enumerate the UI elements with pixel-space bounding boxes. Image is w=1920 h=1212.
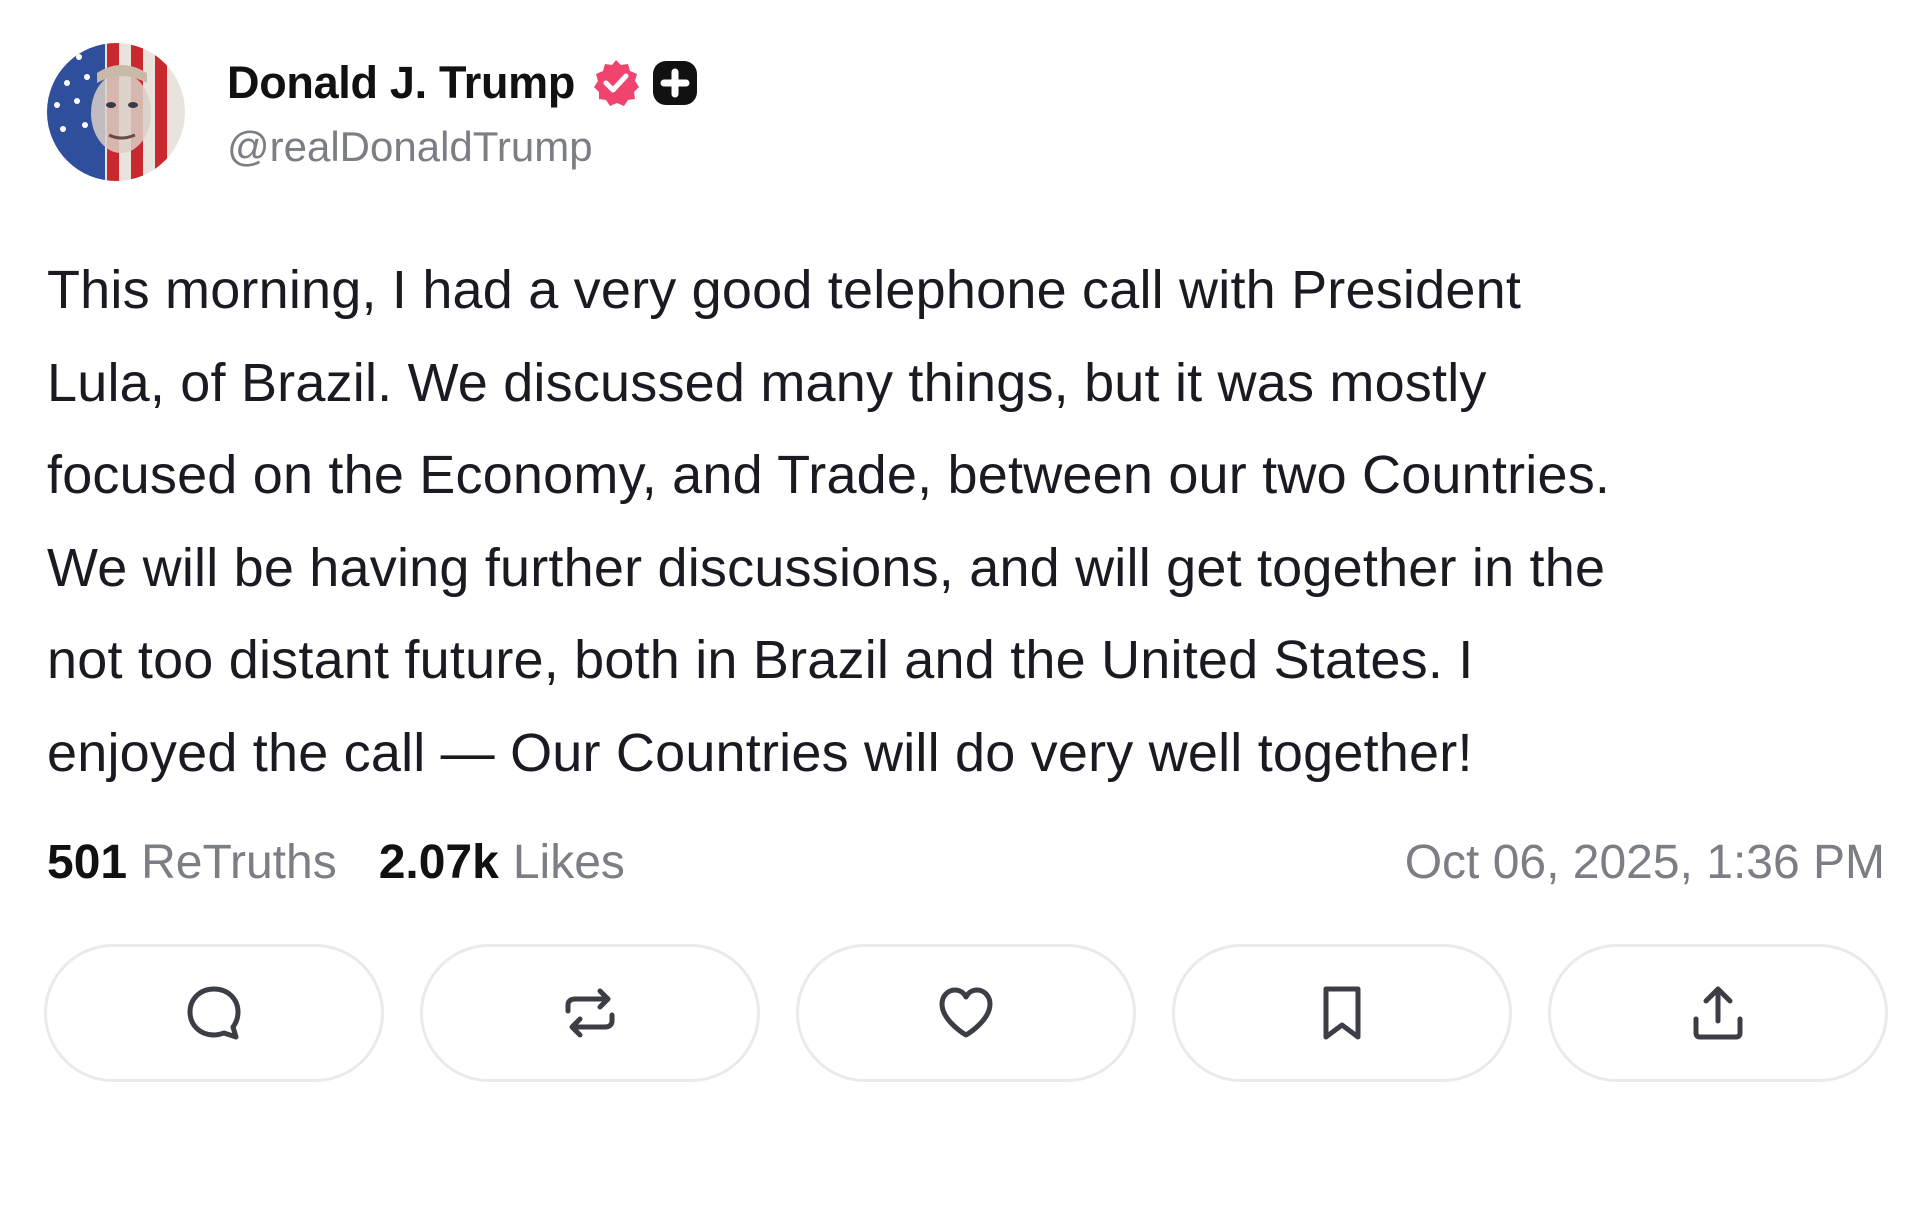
avatar-image <box>47 43 185 181</box>
heart-icon <box>939 987 993 1038</box>
post-text: This morning, I had a very good telephon… <box>47 260 1611 783</box>
post-header: Donald J. Trump @realDonaldTrump <box>47 43 699 181</box>
likes-label: Likes <box>512 835 625 889</box>
retruth-button[interactable] <box>420 944 760 1082</box>
post-timestamp[interactable]: Oct 06, 2025, 1:36 PM <box>1405 835 1885 890</box>
like-button[interactable] <box>796 944 1136 1082</box>
retruths-label: ReTruths <box>141 835 337 889</box>
share-button[interactable] <box>1548 944 1888 1082</box>
comment-icon <box>187 986 241 1040</box>
bookmark-icon <box>1323 986 1361 1040</box>
likes-count: 2.07k <box>378 835 499 889</box>
plus-badge-icon <box>653 61 698 105</box>
post-stats: 501 ReTruths 2.07k Likes Oct 06, 2025, 1… <box>47 832 1885 892</box>
share-icon <box>1693 986 1743 1040</box>
display-name[interactable]: Donald J. Trump <box>227 57 575 109</box>
likes-stat[interactable]: 2.07k Likes <box>379 835 625 890</box>
reply-button[interactable] <box>44 944 384 1082</box>
bookmark-button[interactable] <box>1172 944 1512 1082</box>
retruths-stat[interactable]: 501 ReTruths <box>47 835 337 890</box>
user-handle[interactable]: @realDonaldTrump <box>227 123 699 171</box>
action-bar <box>44 944 1888 1086</box>
retruths-count: 501 <box>47 835 128 889</box>
verified-badge-icon <box>594 60 640 106</box>
repost-icon <box>565 988 615 1038</box>
avatar[interactable] <box>47 43 185 181</box>
name-row: Donald J. Trump <box>227 53 699 113</box>
truth-post: Donald J. Trump @realDonaldTrump This mo… <box>0 0 1920 1212</box>
author-block: Donald J. Trump @realDonaldTrump <box>227 43 699 181</box>
